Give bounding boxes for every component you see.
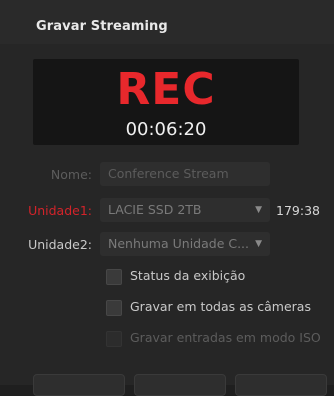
bottom-button-center[interactable] (134, 374, 226, 396)
disk2-label: Unidade2: (28, 237, 92, 252)
record-iso-label: Gravar entradas em modo ISO (130, 330, 321, 345)
name-label: Nome: (50, 167, 92, 182)
name-input[interactable]: Conference Stream (100, 162, 270, 186)
name-input-value: Conference Stream (108, 166, 229, 181)
status-display-checkbox[interactable] (106, 269, 122, 285)
bottom-button-left[interactable] (33, 374, 125, 396)
rec-indicator: REC (116, 64, 216, 115)
status-display-label: Status da exibição (130, 268, 246, 283)
disk1-select[interactable]: LACIE SSD 2TB ▼ (100, 198, 270, 222)
disk1-remaining-time: 179:38 (276, 203, 320, 218)
chevron-down-icon: ▼ (255, 205, 262, 215)
record-stream-panel: Gravar Streaming REC 00:06:20 Nome: Conf… (0, 0, 334, 396)
disk2-select-value: Nenhuma Unidade C... (108, 236, 250, 251)
recording-timecode: 00:06:20 (125, 119, 207, 140)
panel-title: Gravar Streaming (36, 19, 168, 34)
disk1-select-value: LACIE SSD 2TB (108, 202, 202, 217)
chevron-down-icon: ▼ (255, 239, 262, 249)
title-bar: Gravar Streaming (0, 0, 334, 44)
record-all-cameras-checkbox[interactable] (106, 300, 122, 316)
record-all-cameras-label: Gravar em todas as câmeras (130, 299, 311, 314)
record-iso-checkbox (106, 331, 122, 347)
disk2-select[interactable]: Nenhuma Unidade C... ▼ (100, 232, 270, 256)
bottom-button-right[interactable] (235, 374, 327, 396)
recording-status-display: REC 00:06:20 (33, 59, 299, 145)
disk1-label: Unidade1: (28, 203, 92, 218)
